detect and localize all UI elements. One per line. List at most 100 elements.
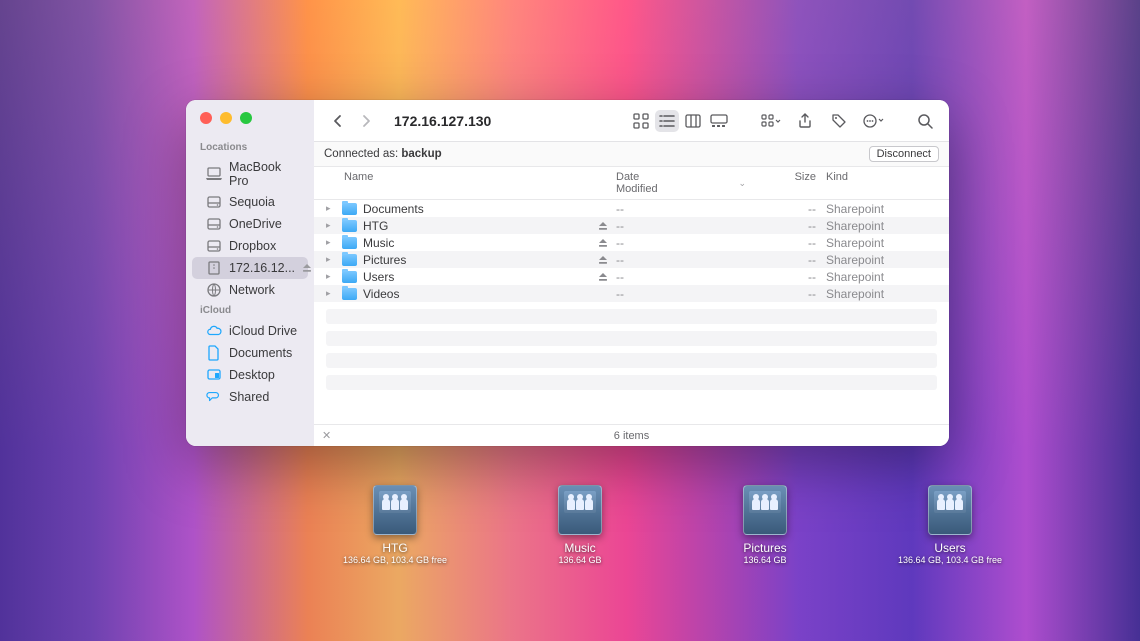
group-by-button[interactable] (759, 110, 783, 132)
sidebar-item-label: MacBook Pro (229, 160, 298, 188)
drive-capacity: 136.64 GB (743, 555, 786, 565)
file-date: -- (616, 287, 746, 301)
file-name: Music (363, 236, 394, 250)
tags-button[interactable] (827, 110, 851, 132)
file-name: Users (363, 270, 394, 284)
folder-icon (342, 288, 357, 300)
drive-capacity: 136.64 GB (558, 555, 601, 565)
server-icon (206, 260, 222, 276)
file-row[interactable]: ▸Users----Sharepoint (314, 268, 949, 285)
file-size: -- (746, 287, 816, 301)
disclosure-triangle-icon[interactable]: ▸ (326, 220, 336, 231)
column-date-modified[interactable]: Date Modified⌄ (616, 171, 746, 195)
desktop-drive-music[interactable]: Music136.64 GB (525, 485, 635, 565)
sidebar-item-label: Dropbox (229, 239, 276, 253)
folder-icon (342, 254, 357, 266)
file-date: -- (616, 236, 746, 250)
disclosure-triangle-icon[interactable]: ▸ (326, 203, 336, 214)
main-pane: 172.16.127.130 Connected as: backup Disc… (314, 100, 949, 446)
file-kind: Sharepoint (816, 270, 937, 284)
file-row[interactable]: ▸Pictures----Sharepoint (314, 251, 949, 268)
zoom-window-button[interactable] (240, 112, 252, 124)
column-kind[interactable]: Kind (816, 171, 937, 195)
view-gallery-button[interactable] (707, 110, 731, 132)
drive-capacity: 136.64 GB, 103.4 GB free (343, 555, 447, 565)
file-size: -- (746, 270, 816, 284)
sidebar-item-shared[interactable]: Shared (192, 386, 308, 408)
drive-name: Music (564, 541, 595, 555)
disconnect-button[interactable]: Disconnect (869, 146, 939, 162)
eject-icon[interactable] (598, 255, 616, 265)
traffic-lights (186, 112, 314, 138)
sidebar-item-onedrive[interactable]: OneDrive (192, 213, 308, 235)
drive-name: Users (934, 541, 965, 555)
sidebar-item-label: 172.16.12... (229, 261, 295, 275)
sidebar-heading: iCloud (186, 301, 314, 320)
desktop-drive-htg[interactable]: HTG136.64 GB, 103.4 GB free (340, 485, 450, 565)
eject-icon[interactable] (598, 238, 616, 248)
drive-name: HTG (382, 541, 407, 555)
sidebar-item-network[interactable]: Network (192, 279, 308, 301)
more-button[interactable] (861, 110, 885, 132)
file-date: -- (616, 253, 746, 267)
desktop-drive-users[interactable]: Users136.64 GB, 103.4 GB free (895, 485, 1005, 565)
disclosure-triangle-icon[interactable]: ▸ (326, 237, 336, 248)
eject-icon[interactable] (302, 263, 312, 273)
sidebar-heading: Locations (186, 138, 314, 157)
sidebar-item-label: Shared (229, 390, 269, 404)
sidebar-item-dropbox[interactable]: Dropbox (192, 235, 308, 257)
file-row[interactable]: ▸Documents----Sharepoint (314, 200, 949, 217)
globe-icon (206, 282, 222, 298)
disclosure-triangle-icon[interactable]: ▸ (326, 271, 336, 282)
column-size[interactable]: Size (746, 171, 816, 195)
file-kind: Sharepoint (816, 236, 937, 250)
eject-icon[interactable] (598, 221, 616, 231)
file-kind: Sharepoint (816, 202, 937, 216)
file-size: -- (746, 253, 816, 267)
sidebar: Locations MacBook Pro SequoiaOneDrive Dropb… (186, 100, 314, 446)
network-drive-icon (928, 485, 972, 535)
disclosure-triangle-icon[interactable]: ▸ (326, 288, 336, 299)
file-size: -- (746, 202, 816, 216)
file-row[interactable]: ▸Music----Sharepoint (314, 234, 949, 251)
file-date: -- (616, 219, 746, 233)
file-size: -- (746, 219, 816, 233)
eject-icon[interactable] (598, 272, 616, 282)
desktop-drive-pictures[interactable]: Pictures136.64 GB (710, 485, 820, 565)
connection-bar: Connected as: backup Disconnect (314, 142, 949, 167)
share-button[interactable] (793, 110, 817, 132)
sidebar-item-172-16-12-[interactable]: 172.16.12... (192, 257, 308, 279)
view-icons-button[interactable] (629, 110, 653, 132)
sidebar-item-icloud-drive[interactable]: iCloud Drive (192, 320, 308, 342)
view-columns-button[interactable] (681, 110, 705, 132)
minimize-window-button[interactable] (220, 112, 232, 124)
disk-icon (206, 194, 222, 210)
disclosure-triangle-icon[interactable]: ▸ (326, 254, 336, 265)
disk-icon (206, 216, 222, 232)
file-date: -- (616, 202, 746, 216)
window-title: 172.16.127.130 (388, 113, 491, 129)
sidebar-item-label: Documents (229, 346, 292, 360)
file-row[interactable]: ▸HTG----Sharepoint (314, 217, 949, 234)
sidebar-item-documents[interactable]: Documents (192, 342, 308, 364)
sidebar-item-sequoia[interactable]: Sequoia (192, 191, 308, 213)
path-bar-close-button[interactable]: ✕ (322, 429, 331, 442)
back-button[interactable] (326, 110, 350, 132)
search-button[interactable] (913, 110, 937, 132)
forward-button[interactable] (354, 110, 378, 132)
column-name[interactable]: Name (326, 171, 616, 195)
laptop-icon (206, 166, 222, 182)
view-list-button[interactable] (655, 110, 679, 132)
close-window-button[interactable] (200, 112, 212, 124)
file-row[interactable]: ▸Videos----Sharepoint (314, 285, 949, 302)
sort-indicator-icon: ⌄ (738, 178, 746, 189)
file-name: Videos (363, 287, 399, 301)
network-drive-icon (373, 485, 417, 535)
doc-icon (206, 345, 222, 361)
sidebar-item-macbook-pro[interactable]: MacBook Pro (192, 157, 308, 191)
disk-icon (206, 238, 222, 254)
sidebar-item-label: iCloud Drive (229, 324, 297, 338)
file-name: Documents (363, 202, 424, 216)
sidebar-item-desktop[interactable]: Desktop (192, 364, 308, 386)
file-kind: Sharepoint (816, 219, 937, 233)
